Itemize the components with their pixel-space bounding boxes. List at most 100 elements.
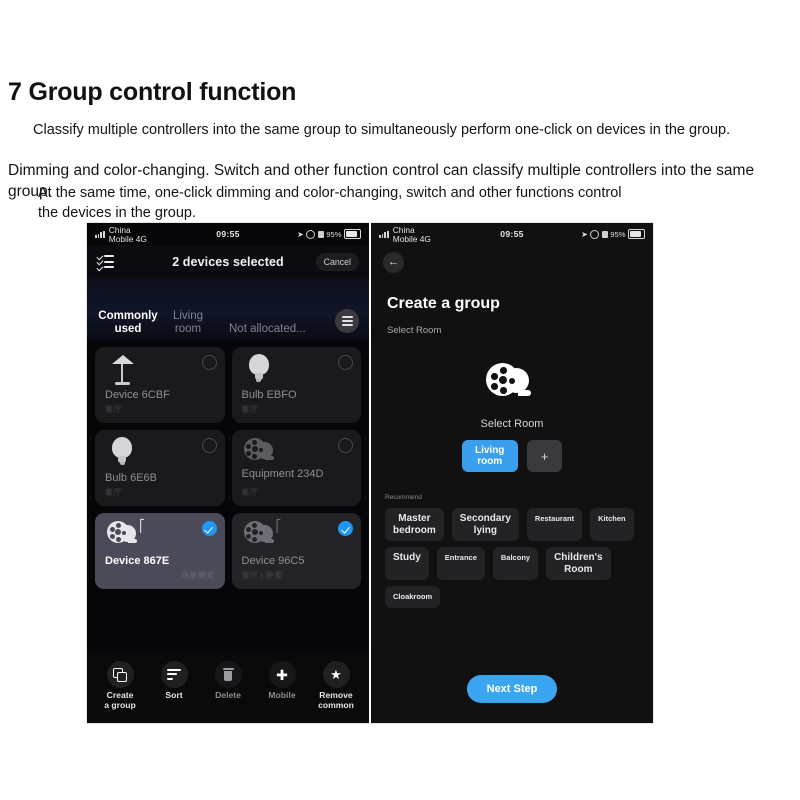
device-grid: Device 6CBF 客厅 Bulb EBFO 客厅 Bulb 6E6B 客厅 <box>87 341 369 589</box>
reel-icon <box>243 518 275 552</box>
create-a-group-button[interactable]: Create a group <box>94 661 146 710</box>
phone-screenshot-right: China Mobile 4G 09:55 ➤ 95% ← Create a g… <box>369 223 653 723</box>
sort-icon <box>160 661 188 688</box>
next-step-wrapper: Next Step <box>371 675 653 703</box>
alarm-icon <box>590 229 600 239</box>
reel-icon <box>106 518 138 552</box>
device-card[interactable]: Equipment 234D 客厅 <box>231 430 361 506</box>
create-group-title: Create a group <box>387 295 500 312</box>
move-icon: ✚ <box>268 661 296 688</box>
selected-room-chips: Living room + <box>461 440 563 472</box>
device-room-label: 客厅 <box>241 405 259 414</box>
delete-button[interactable]: Delete <box>202 661 254 701</box>
sim-icon <box>317 230 324 238</box>
screenshot-strip: China Mobile 4G 09:55 ➤ 95% 2 devices se… <box>87 223 653 723</box>
device-select-circle[interactable] <box>201 521 217 536</box>
trash-icon <box>214 661 242 688</box>
room-chip-study[interactable]: Study <box>385 547 429 580</box>
device-name: Equipment 234D <box>241 468 324 480</box>
battery-icon <box>344 229 361 239</box>
toolbar-label: Create a group <box>104 690 136 710</box>
device-name: Bulb 6E6B <box>105 472 157 484</box>
device-room-label: 客厅 | 卧室 <box>241 571 283 580</box>
device-room-label: 客厅 <box>241 488 259 497</box>
bulb-icon <box>243 352 275 386</box>
device-room-label: 客厅 <box>105 405 122 414</box>
next-step-button[interactable]: Next Step <box>466 675 558 703</box>
battery-percent-label: 95% <box>326 229 342 239</box>
sim-icon <box>601 230 608 238</box>
battery-percent-label: 95% <box>610 229 626 239</box>
room-chip-master-bedroom[interactable]: Master bedroom <box>385 508 444 541</box>
tab-commonly-used[interactable]: Commonly used <box>97 310 159 335</box>
device-card[interactable]: Bulb EBFO 客厅 <box>231 347 361 423</box>
hero-select-room-label: Select Room <box>480 418 544 430</box>
status-bar-left: China Mobile 4G 09:55 ➤ 95% <box>87 223 369 245</box>
location-icon: ➤ <box>297 229 304 239</box>
battery-icon <box>628 229 645 239</box>
device-name: Device 96C5 <box>241 555 305 567</box>
room-chip-secondary-lying[interactable]: Secondary lying <box>451 508 519 541</box>
room-chip-restaurant[interactable]: Restaurant <box>526 508 583 541</box>
device-select-circle[interactable] <box>338 438 353 453</box>
location-icon: ➤ <box>581 229 588 239</box>
room-chip-balcony[interactable]: Balcony <box>492 547 539 580</box>
device-select-circle[interactable] <box>201 438 217 453</box>
tab-not-allocated[interactable]: Not allocated... <box>217 323 321 336</box>
room-chip-kitchen[interactable]: Kitchen <box>590 508 634 541</box>
lamp-icon <box>106 352 138 386</box>
bluetooth-icon: ⎡ <box>275 519 282 533</box>
right-nav-bar: ← <box>371 245 653 279</box>
device-room-label: 客厅 <box>105 488 122 497</box>
left-header: 2 devices selected Cancel <box>87 245 369 279</box>
status-icons-right: ➤ 95% <box>581 229 645 239</box>
bottom-action-toolbar: Create a group Sort Delete ✚ Mobile ★ Re… <box>87 651 369 723</box>
status-icons-right: ➤ 95% <box>297 229 361 239</box>
cancel-button[interactable]: Cancel <box>315 253 359 271</box>
device-mode-label: 场景模式 <box>180 571 215 580</box>
toolbar-label: Delete <box>215 690 241 700</box>
device-name: Device 867E <box>105 555 170 567</box>
alarm-icon <box>306 229 316 239</box>
tab-living-room[interactable]: Living room <box>159 310 217 335</box>
room-chip-cloakroom[interactable]: Cloakroom <box>385 586 441 608</box>
device-card[interactable]: ⎡ Device 867E 客厅 场景模式 <box>95 513 225 589</box>
room-tab-bar: Commonly used Living room Not allocated.… <box>87 279 369 341</box>
device-room-label: 客厅 <box>105 571 122 580</box>
hero-section: Select Room Living room + <box>371 360 653 472</box>
recommend-label: Recommend <box>385 494 422 501</box>
recommended-room-list: Master bedroom Secondary lying Restauran… <box>385 508 639 608</box>
device-card[interactable]: ⎡ Device 96C5 客厅 | 卧室 <box>231 513 361 589</box>
page-title: 7 Group control function <box>8 78 297 106</box>
reel-icon <box>486 360 538 402</box>
device-select-circle[interactable] <box>338 355 353 370</box>
room-chip-entrance[interactable]: Entrance <box>436 547 485 580</box>
select-room-subtitle: Select Room <box>387 325 442 336</box>
toolbar-label: Sort <box>165 690 183 700</box>
device-name: Bulb EBFO <box>241 389 297 401</box>
toolbar-label: Mobile <box>268 690 296 700</box>
status-bar-right: China Mobile 4G 09:55 ➤ 95% <box>371 223 653 245</box>
device-name: Device 6CBF <box>105 389 170 401</box>
mobile-button[interactable]: ✚ Mobile <box>256 661 308 701</box>
back-arrow-icon[interactable]: ← <box>383 251 404 273</box>
copy-icon <box>106 661 134 688</box>
room-chip-childrens-room[interactable]: Children's Room <box>546 547 611 580</box>
add-room-button[interactable]: + <box>526 440 563 472</box>
paragraph-oneclick: At the same time, one-click dimming and … <box>38 185 622 221</box>
paragraph-intro: Classify multiple controllers into the s… <box>33 122 731 138</box>
device-card[interactable]: Bulb 6E6B 客厅 <box>95 430 225 506</box>
reel-icon <box>243 435 275 469</box>
star-icon: ★ <box>322 661 350 688</box>
toolbar-label: Remove common <box>318 690 354 710</box>
device-select-circle[interactable] <box>201 355 217 370</box>
sort-button[interactable]: Sort <box>148 661 200 701</box>
device-card[interactable]: Device 6CBF 客厅 <box>95 347 225 423</box>
bluetooth-icon: ⎡ <box>139 519 145 533</box>
hamburger-icon[interactable] <box>335 309 359 333</box>
phone-screenshot-left: China Mobile 4G 09:55 ➤ 95% 2 devices se… <box>87 223 369 723</box>
chip-living-room[interactable]: Living room <box>461 440 518 472</box>
remove-common-button[interactable]: ★ Remove common <box>310 661 362 710</box>
device-select-circle[interactable] <box>338 521 353 536</box>
bulb-icon <box>106 435 138 469</box>
